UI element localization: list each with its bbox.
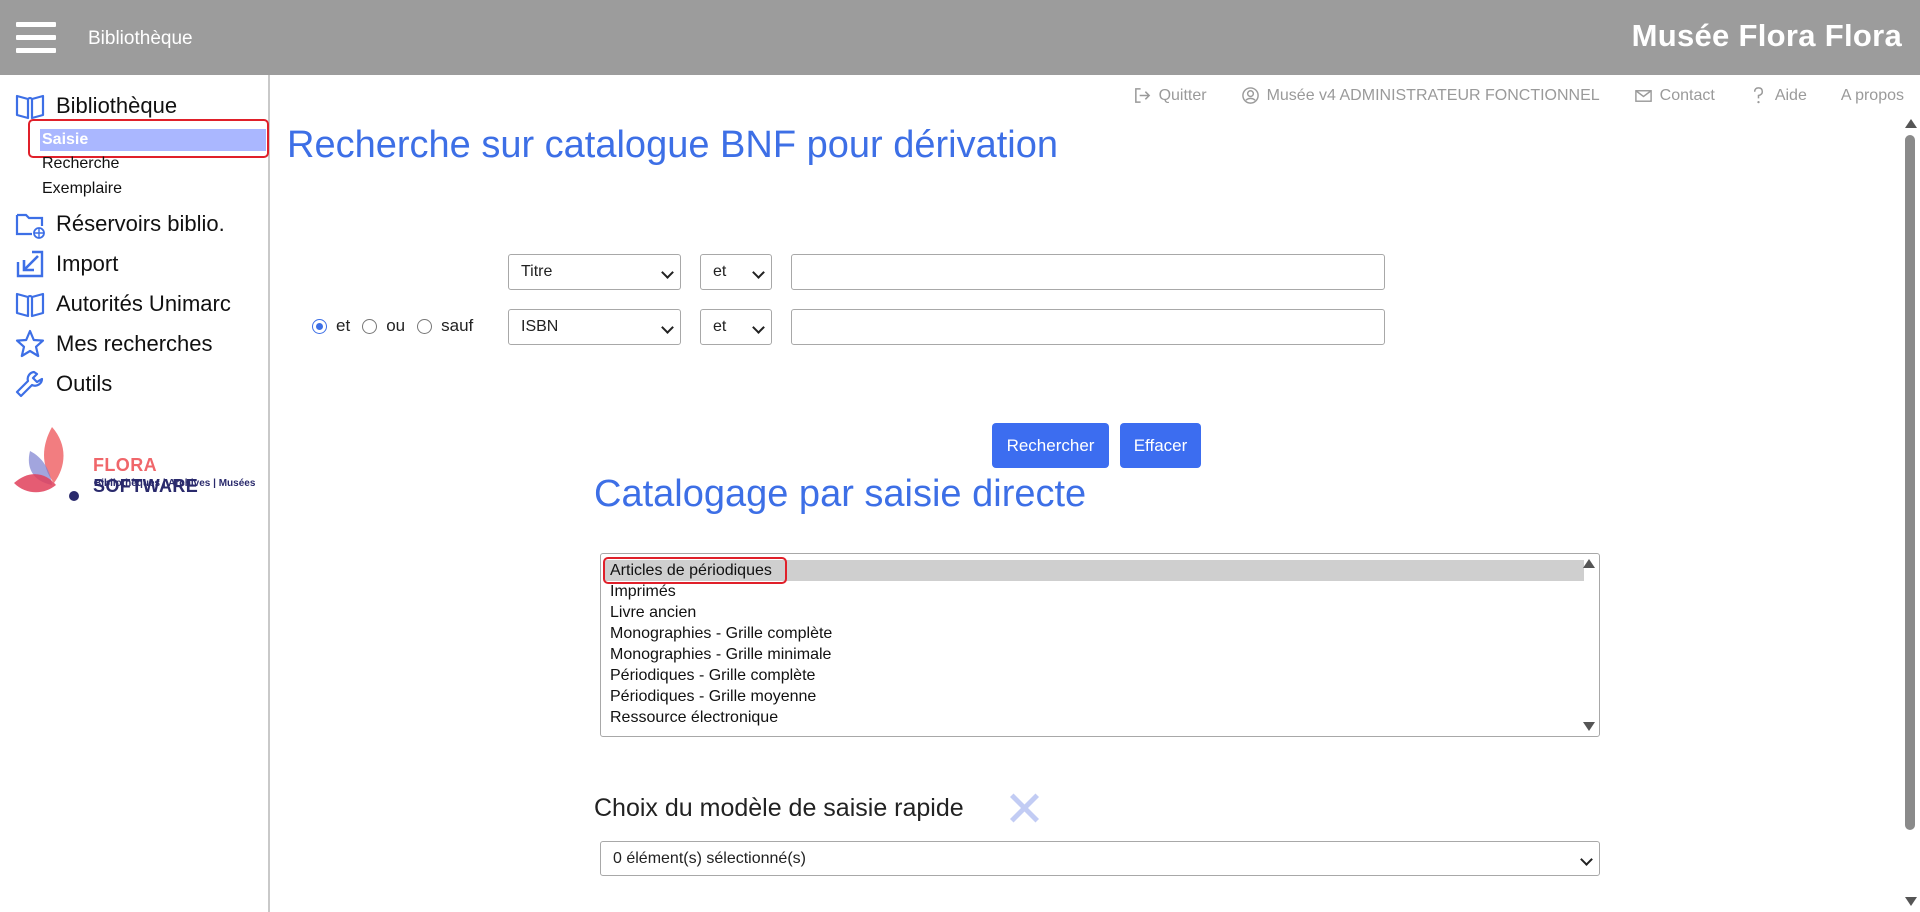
sidebar-item-label: Outils — [56, 371, 113, 396]
quit-link[interactable]: Quitter — [1133, 86, 1207, 105]
sidebar: Bibliothèque Saisie Recherche Exemplaire… — [0, 75, 270, 912]
help-link[interactable]: Aide — [1749, 86, 1807, 105]
sidebar-item-autorites[interactable]: Autorités Unimarc — [14, 287, 231, 321]
search-field-select-2[interactable]: ISBN — [508, 309, 681, 345]
wrench-icon — [15, 370, 44, 398]
list-option[interactable]: Périodiques - Grille moyenne — [610, 686, 1586, 707]
scroll-up-icon[interactable] — [1905, 119, 1917, 128]
top-bar: Bibliothèque Musée Flora Flora — [0, 0, 1920, 75]
page-scrollbar[interactable] — [1902, 115, 1918, 912]
chevron-down-icon — [661, 266, 674, 279]
sidebar-subitem-saisie[interactable]: Saisie — [40, 129, 266, 151]
sidebar-item-label: Autorités Unimarc — [56, 291, 231, 316]
radio-label: et — [336, 316, 351, 335]
logo-tagline: Bibliothèques | Archives | Musées — [94, 478, 256, 489]
topbar-title: Bibliothèque — [88, 28, 193, 49]
about-link[interactable]: A propos — [1841, 86, 1904, 105]
book-icon — [15, 94, 45, 120]
clear-button[interactable]: Effacer — [1120, 423, 1201, 468]
user-label: Musée v4 ADMINISTRATEUR FONCTIONNEL — [1266, 86, 1600, 104]
search-operator-select-2[interactable]: et — [700, 309, 772, 345]
quick-model-title: Choix du modèle de saisie rapide — [594, 794, 964, 822]
chevron-down-icon — [661, 321, 674, 334]
hamburger-menu-icon[interactable] — [16, 22, 56, 54]
import-arrow-icon — [16, 250, 44, 278]
sidebar-item-reservoirs[interactable]: Réservoirs biblio. — [14, 207, 225, 241]
cataloging-listbox[interactable]: Articles de périodiques Imprimés Livre a… — [600, 553, 1600, 737]
star-icon — [15, 329, 45, 358]
list-option[interactable]: Imprimés — [610, 581, 1586, 602]
select-value: et — [713, 263, 727, 280]
contact-link[interactable]: Contact — [1634, 86, 1715, 105]
select-value: 0 élément(s) sélectionné(s) — [613, 850, 806, 867]
contact-label: Contact — [1659, 86, 1715, 104]
list-option[interactable]: Monographies - Grille minimale — [610, 644, 1586, 665]
list-option[interactable]: Périodiques - Grille complète — [610, 665, 1586, 686]
radio-label: ou — [386, 316, 406, 335]
list-option[interactable]: Livre ancien — [610, 602, 1586, 623]
envelope-icon — [1634, 90, 1652, 102]
radio-sauf[interactable] — [417, 318, 433, 334]
search-input-2[interactable] — [791, 309, 1385, 345]
about-label: A propos — [1840, 86, 1904, 104]
sidebar-item-mes-recherches[interactable]: Mes recherches — [14, 327, 213, 361]
flora-lotus-icon — [14, 427, 79, 501]
listbox-scroll-down-icon[interactable] — [1583, 722, 1595, 731]
sidebar-item-bibliotheque[interactable]: Bibliothèque — [14, 89, 177, 123]
select-value: ISBN — [521, 318, 559, 335]
logout-icon — [1134, 88, 1150, 103]
search-field-select-1[interactable]: Titre — [508, 254, 681, 290]
close-icon[interactable] — [1006, 790, 1042, 826]
chevron-down-icon — [1580, 853, 1593, 866]
sidebar-item-outils[interactable]: Outils — [14, 367, 112, 401]
sidebar-item-label: Bibliothèque — [56, 93, 178, 118]
select-value: Titre — [521, 263, 553, 280]
sidebar-subitem-exemplaire[interactable]: Exemplaire — [42, 180, 122, 198]
question-mark-icon — [1753, 87, 1763, 104]
boolean-radio-group: et ou sauf — [312, 316, 485, 336]
header-links: Quitter Musée v4 ADMINISTRATEUR FONCTION… — [1099, 86, 1904, 105]
radio-et[interactable] — [312, 318, 327, 334]
quit-label: Quitter — [1158, 86, 1207, 104]
sidebar-item-import[interactable]: Import — [14, 247, 118, 281]
search-input-1[interactable] — [791, 254, 1385, 290]
quick-model-select[interactable]: 0 élément(s) sélectionné(s) — [600, 841, 1600, 876]
radio-ou[interactable] — [362, 318, 378, 334]
sidebar-item-label: Import — [56, 251, 119, 276]
cataloging-title: Catalogage par saisie directe — [594, 473, 1087, 515]
brand-name: Musée Flora Flora — [1631, 18, 1902, 53]
search-operator-select-1[interactable]: et — [700, 254, 772, 290]
selected-option-highlight — [603, 557, 787, 584]
chevron-down-icon — [752, 321, 765, 334]
radio-label: sauf — [441, 316, 474, 335]
search-title: Recherche sur catalogue BNF pour dérivat… — [287, 124, 1058, 166]
sidebar-subitem-recherche[interactable]: Recherche — [42, 155, 119, 173]
select-value: et — [713, 318, 727, 335]
logo-name: FLORA SOFTWARE — [93, 455, 199, 496]
list-option[interactable]: Ressource électronique — [610, 707, 1586, 728]
sidebar-item-label: Réservoirs biblio. — [56, 211, 225, 236]
help-label: Aide — [1774, 86, 1807, 104]
user-link[interactable]: Musée v4 ADMINISTRATEUR FONCTIONNEL — [1241, 86, 1600, 105]
sidebar-item-label: Mes recherches — [56, 331, 213, 356]
list-option[interactable]: Monographies - Grille complète — [610, 623, 1586, 644]
flora-software-logo: FLORA SOFTWARE Bibliothèques | Archives … — [12, 425, 262, 505]
search-button[interactable]: Rechercher — [992, 423, 1109, 468]
book-icon — [15, 292, 45, 318]
scrollbar-thumb[interactable] — [1905, 135, 1915, 830]
listbox-scroll-up-icon[interactable] — [1583, 559, 1595, 568]
scroll-down-icon[interactable] — [1905, 897, 1917, 906]
chevron-down-icon — [752, 266, 765, 279]
user-circle-icon — [1241, 87, 1259, 104]
folder-network-icon — [15, 213, 45, 239]
